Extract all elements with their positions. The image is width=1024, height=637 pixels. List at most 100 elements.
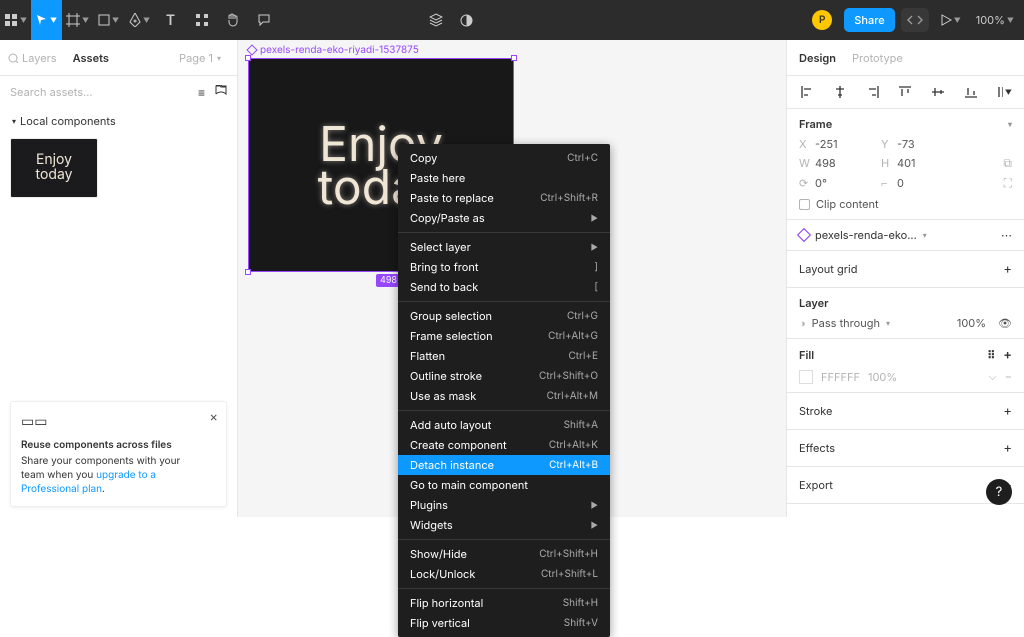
assets-search-input[interactable]: Search assets... [10,85,93,99]
shape-tool-button[interactable]: ▼ [93,0,124,40]
independent-corners-icon[interactable]: ⛶ [1004,175,1012,191]
context-menu-item[interactable]: FlattenCtrl+E [398,346,610,366]
align-right-icon[interactable] [865,84,881,100]
instance-row[interactable]: pexels-renda-eko...▾ ⋯ [787,220,1024,251]
thumbnail-text: Enjoytoday [36,153,73,183]
layout-grid-section: Layout grid + [787,251,1024,288]
context-menu-item[interactable]: Flip verticalShift+V [398,613,610,633]
context-menu-item[interactable]: Bring to front] [398,257,610,277]
context-menu-item[interactable]: Detach instanceCtrl+Alt+B [398,455,610,475]
align-left-icon[interactable] [799,84,815,100]
frame-tool-button[interactable]: ▼ [62,0,93,40]
layer-opacity-input[interactable]: 100% [957,316,986,330]
context-menu-item[interactable]: Select layer▶ [398,237,610,257]
visibility-icon[interactable]: 👁 [998,316,1012,330]
main-menu-button[interactable]: ▼ [0,0,31,40]
context-menu-item[interactable]: Copy/Paste as▶ [398,208,610,228]
clip-label: Clip content [816,197,879,211]
add-effect-button[interactable]: + [1003,440,1012,456]
resize-handle-bl[interactable] [245,269,251,275]
context-menu-item[interactable]: Frame selectionCtrl+Alt+G [398,326,610,346]
w-input[interactable]: 498 [815,156,836,170]
rotation-input[interactable]: 0° [815,176,827,190]
angle-icon: ⟳ [799,176,809,190]
design-tab[interactable]: Design [799,51,836,65]
context-menu-separator [398,301,610,302]
canvas[interactable]: pexels-renda-eko-riyadi-1537875 Enjoytod… [238,40,786,517]
page-dropdown[interactable]: Page 1▾ [171,51,229,65]
local-components-section[interactable]: ▾Local components [0,108,237,134]
resources-button[interactable] [186,0,217,40]
link-dimensions-icon[interactable]: ⧉ [1003,155,1012,171]
help-button[interactable]: ? [986,479,1012,505]
fill-styles-icon[interactable]: ⠿ [987,348,995,362]
instance-icon [246,44,257,55]
pen-tool-button[interactable]: ▼ [124,0,155,40]
text-tool-button[interactable]: T [155,0,186,40]
prototype-tab[interactable]: Prototype [852,51,903,65]
context-menu-item[interactable]: Widgets▶ [398,515,610,535]
context-menu-item[interactable]: Plugins▶ [398,495,610,515]
share-button[interactable]: Share [844,8,894,32]
context-menu-item[interactable]: Paste to replaceCtrl+Shift+R [398,188,610,208]
context-menu-item[interactable]: Outline strokeCtrl+Shift+O [398,366,610,386]
user-avatar[interactable]: P [812,10,832,30]
hand-tool-button[interactable] [217,0,248,40]
align-top-icon[interactable] [897,84,913,100]
dev-handoff-button[interactable] [901,8,929,32]
context-menu-separator [398,410,610,411]
resize-handle-tr[interactable] [511,55,517,61]
context-menu-item[interactable]: Add auto layoutShift+A [398,415,610,435]
present-button[interactable]: ▼ [935,0,966,40]
context-menu-separator [398,588,610,589]
library-icon[interactable] [215,85,227,100]
move-tool-button[interactable]: ▼ [31,0,62,40]
context-menu-item[interactable]: Paste here [398,168,610,188]
layer-section: Layer ◑ Pass through▾ 100% 👁 [787,288,1024,339]
fill-swatch[interactable] [799,370,813,384]
context-menu-item[interactable]: Go to main component [398,475,610,495]
frame-dropdown-icon[interactable]: ▾ [1008,119,1012,129]
clip-checkbox[interactable] [799,199,810,210]
context-menu-separator [398,539,610,540]
fill-hex-input[interactable]: FFFFFF [821,370,860,384]
add-fill-button[interactable]: + [1003,347,1012,363]
context-menu-item[interactable]: Flip horizontalShift+H [398,593,610,613]
comment-tool-button[interactable] [248,0,279,40]
x-input[interactable]: -251 [815,137,838,151]
context-menu-item[interactable]: Show/HideCtrl+Shift+H [398,544,610,564]
y-input[interactable]: -73 [897,137,915,151]
corner-icon: ⌐ [881,176,891,190]
remove-fill-icon[interactable]: − [1005,369,1012,384]
context-menu-item[interactable]: Group selectionCtrl+G [398,306,610,326]
align-vcenter-icon[interactable] [930,84,946,100]
assets-tab[interactable]: Assets [65,51,117,65]
component-thumbnail[interactable]: Enjoytoday [10,138,98,198]
fill-visibility-icon[interactable]: ⌵ [988,369,996,384]
align-hcenter-icon[interactable] [832,84,848,100]
context-menu-item[interactable]: CopyCtrl+C [398,148,610,168]
context-menu-item[interactable]: Send to back[ [398,277,610,297]
add-stroke-button[interactable]: + [1003,403,1012,419]
blend-mode-dropdown[interactable]: Pass through [812,316,880,330]
align-bottom-icon[interactable] [963,84,979,100]
corner-input[interactable]: 0 [897,176,904,190]
context-menu-item[interactable]: Use as maskCtrl+Alt+M [398,386,610,406]
zoom-dropdown[interactable]: 100%▼ [966,13,1024,27]
frame-label[interactable]: pexels-renda-eko-riyadi-1537875 [248,44,419,56]
context-menu-item[interactable]: Lock/UnlockCtrl+Shift+L [398,564,610,584]
add-layout-grid-button[interactable]: + [1003,261,1012,277]
close-icon[interactable]: × [209,408,218,426]
context-menu: CopyCtrl+CPaste herePaste to replaceCtrl… [398,144,610,637]
list-view-icon[interactable]: ≡ [198,85,205,100]
theme-toggle-button[interactable] [451,0,482,40]
context-menu-item[interactable]: Create componentCtrl+Alt+K [398,435,610,455]
layers-tab[interactable]: Layers [0,51,65,65]
resize-handle-tl[interactable] [245,55,251,61]
context-menu-separator [398,232,610,233]
go-main-icon[interactable]: ⋯ [1001,228,1012,242]
fill-opacity-input[interactable]: 100% [868,370,897,384]
dev-mode-icon[interactable] [420,0,451,40]
h-input[interactable]: 401 [897,156,916,170]
tidy-up-icon[interactable]: ▼ [996,84,1012,100]
